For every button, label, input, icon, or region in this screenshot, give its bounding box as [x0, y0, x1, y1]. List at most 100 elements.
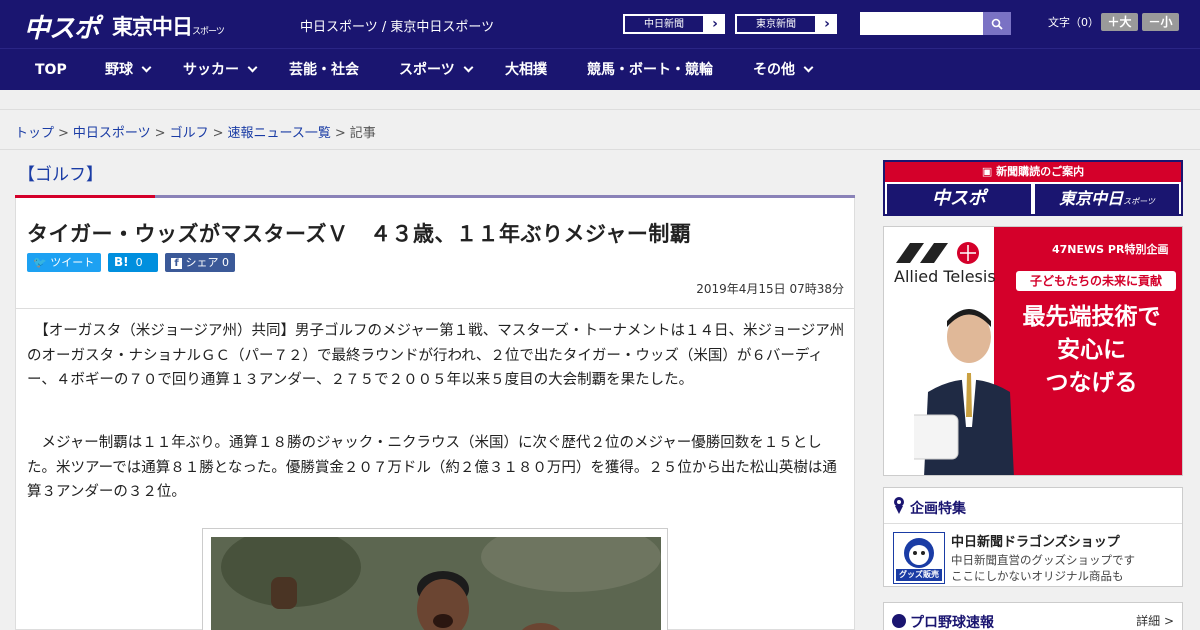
ribbon-icon [894, 497, 904, 514]
nav-item-baseball[interactable]: 野球 [105, 49, 152, 91]
tokyo-chunichi-logo-suffix: スポーツ [192, 27, 225, 37]
nav-item-sumo[interactable]: 大相撲 [505, 49, 547, 91]
nav-item-label: その他 [753, 62, 795, 78]
dragons-shop-desc: 中日新聞直営のグッズショップです ここにしかないオリジナル商品も [951, 552, 1135, 584]
facebook-icon: f [171, 258, 182, 269]
feature-box: 企画特集 グッズ販売中 中日新聞ドラゴンズショップ 中日新聞直営のグッズショップ… [883, 487, 1183, 587]
sidebar-ad[interactable]: Allied Telesis 47NEWS PR特別企画 子どもたちの未来に貢献… [883, 226, 1183, 476]
ext-link-label: 東京新聞 [736, 15, 816, 33]
article-photo-frame [202, 528, 668, 630]
baseball-icon [892, 614, 906, 628]
nav-item-top[interactable]: TOP [35, 49, 67, 91]
breadcrumb-link-chunichi-sports[interactable]: 中日スポーツ [73, 126, 151, 141]
thumb-caption: グッズ販売中 [899, 570, 939, 579]
subscribe-tokyo-chunichi-label: 東京中日 [1059, 189, 1124, 208]
chunichi-shimbun-link[interactable]: 中日新聞 › [622, 13, 726, 35]
breadcrumb-separator: > [154, 126, 166, 141]
site-names: 中日スポーツ / 東京中日スポーツ [300, 20, 495, 35]
divider [16, 308, 854, 309]
nav-item-label: 競馬・ボート・競輪 [587, 62, 713, 78]
dragons-shop-desc-line: ここにしかないオリジナル商品も [951, 569, 1124, 583]
breadcrumb-link-golf[interactable]: ゴルフ [170, 126, 209, 141]
nav-item-label: 大相撲 [505, 62, 547, 78]
font-smaller-button[interactable]: －小 [1142, 13, 1179, 31]
chevron-down-icon [247, 62, 258, 73]
baseball-title: プロ野球速報 [910, 615, 994, 630]
facebook-share-button[interactable]: f シェア 0 [165, 253, 235, 272]
photo-illustration [211, 537, 661, 630]
tweet-label: ツイート [50, 256, 95, 269]
hatena-bookmark-button[interactable]: B! 0 [108, 253, 158, 272]
ad-headline-line: 安心に [1057, 337, 1126, 363]
subscription-box: ▣ 新聞購読のご案内 中スポ 東京中日スポーツ [883, 160, 1183, 216]
search-icon [991, 18, 1003, 30]
nav-item-label: 芸能・社会 [289, 62, 359, 78]
breadcrumb: トップ > 中日スポーツ > ゴルフ > 速報ニュース一覧 > 記事 [15, 122, 376, 141]
twitter-icon: 🐦 [33, 256, 47, 269]
ad-headline-line: つなげる [1045, 370, 1138, 396]
subscribe-tokyo-chunichi[interactable]: 東京中日スポーツ [1035, 184, 1179, 214]
nav-item-label: 野球 [105, 62, 133, 78]
hatena-count: 0 [135, 256, 143, 269]
nav-item-sports[interactable]: スポーツ [399, 49, 474, 91]
dragons-shop-title[interactable]: 中日新聞ドラゴンズショップ [951, 531, 1120, 550]
allied-telesis-logo-icon [896, 242, 979, 264]
ad-headline-line: 最先端技術で [1022, 304, 1161, 330]
site-header: 中スポ 東京中日スポーツ 中日スポーツ / 東京中日スポーツ 中日新聞 › 東京… [0, 0, 1200, 48]
article-title: タイガー・ウッズがマスターズＶ ４３歳、１１年ぶりメジャー制覇 [27, 222, 692, 246]
ad-band [0, 90, 1200, 110]
feature-header: 企画特集 [884, 488, 1182, 524]
chevron-down-icon [141, 62, 152, 73]
category-heading: 【ゴルフ】 [18, 165, 103, 185]
subscribe-chunichi-sports[interactable]: 中スポ [887, 184, 1031, 214]
breadcrumb-link-top[interactable]: トップ [15, 126, 54, 141]
newspaper-icon: ▣ [981, 165, 993, 178]
font-larger-button[interactable]: ＋大 [1101, 13, 1138, 31]
nav-item-label: スポーツ [399, 62, 455, 78]
article-paragraph: メジャー制覇は１１年ぶり。通算１８勝のジャック・ニクラウス（米国）に次ぐ歴代２位… [27, 435, 837, 500]
breadcrumb-separator: > [334, 126, 346, 141]
subscription-title: ▣ 新聞購読のご案内 [885, 162, 1181, 182]
article: タイガー・ウッズがマスターズＶ ４３歳、１１年ぶりメジャー制覇 🐦 ツイート B… [15, 198, 855, 630]
dragons-shop-thumbnail[interactable]: グッズ販売中 [893, 532, 945, 584]
breadcrumb-current: 記事 [349, 126, 376, 141]
baseball-box: プロ野球速報 詳細 > [883, 602, 1183, 630]
article-paragraph: 【オーガスタ（米ジョージア州）共同】男子ゴルフのメジャー第１戦、マスターズ・トー… [27, 323, 845, 388]
chevron-down-icon [803, 62, 814, 73]
tokyo-chunichi-logo[interactable]: 東京中日スポーツ [112, 11, 225, 41]
ad-badge: 子どもたちの未来に貢献 [1016, 271, 1176, 291]
ad-brand: Allied Telesis [894, 267, 996, 286]
fb-share-count: 0 [222, 256, 229, 269]
article-date: 2019年4月15日 07時38分 [696, 282, 844, 296]
breadcrumb-separator: > [212, 126, 224, 141]
tokyo-chunichi-logo-text: 東京中日 [112, 15, 193, 39]
nav-item-label: TOP [35, 62, 67, 78]
breadcrumb-bar: トップ > 中日スポーツ > ゴルフ > 速報ニュース一覧 > 記事 [0, 110, 1200, 150]
ad-tag: 47NEWS PR特別企画 [1052, 243, 1169, 256]
breadcrumb-separator: > [58, 126, 69, 141]
breadcrumb-link-news-list[interactable]: 速報ニュース一覧 [228, 126, 331, 141]
main-nav: TOP 野球 サッカー 芸能・社会 スポーツ 大相撲 競馬・ボート・競輪 その他 [0, 48, 1200, 90]
baseball-more-link[interactable]: 詳細 > [1136, 612, 1174, 629]
nav-item-other[interactable]: その他 [753, 49, 814, 91]
chevron-right-icon: › [712, 16, 718, 32]
nav-item-racing[interactable]: 競馬・ボート・競輪 [587, 49, 713, 91]
search-button[interactable] [983, 12, 1011, 35]
font-size-label: 文字（0） [1048, 16, 1099, 29]
nav-item-entertainment[interactable]: 芸能・社会 [289, 49, 359, 91]
chunichi-sports-logo[interactable]: 中スポ [24, 8, 100, 45]
chevron-down-icon [463, 62, 474, 73]
article-photo[interactable] [211, 537, 661, 630]
subscription-title-text: 新聞購読のご案内 [996, 165, 1085, 178]
ad-headline: 最先端技術で 安心に つなげる [1004, 301, 1179, 400]
nav-item-label: サッカー [183, 62, 239, 78]
search-input[interactable] [860, 12, 983, 35]
hatena-icon: B! [114, 255, 129, 269]
dragons-shop-desc-line: 中日新聞直営のグッズショップです [951, 553, 1135, 567]
chevron-right-icon: › [824, 16, 830, 32]
feature-title: 企画特集 [910, 501, 966, 517]
nav-item-soccer[interactable]: サッカー [183, 49, 258, 91]
ext-link-label: 中日新聞 [624, 15, 704, 33]
tokyo-shimbun-link[interactable]: 東京新聞 › [734, 13, 838, 35]
tweet-button[interactable]: 🐦 ツイート [27, 253, 101, 272]
